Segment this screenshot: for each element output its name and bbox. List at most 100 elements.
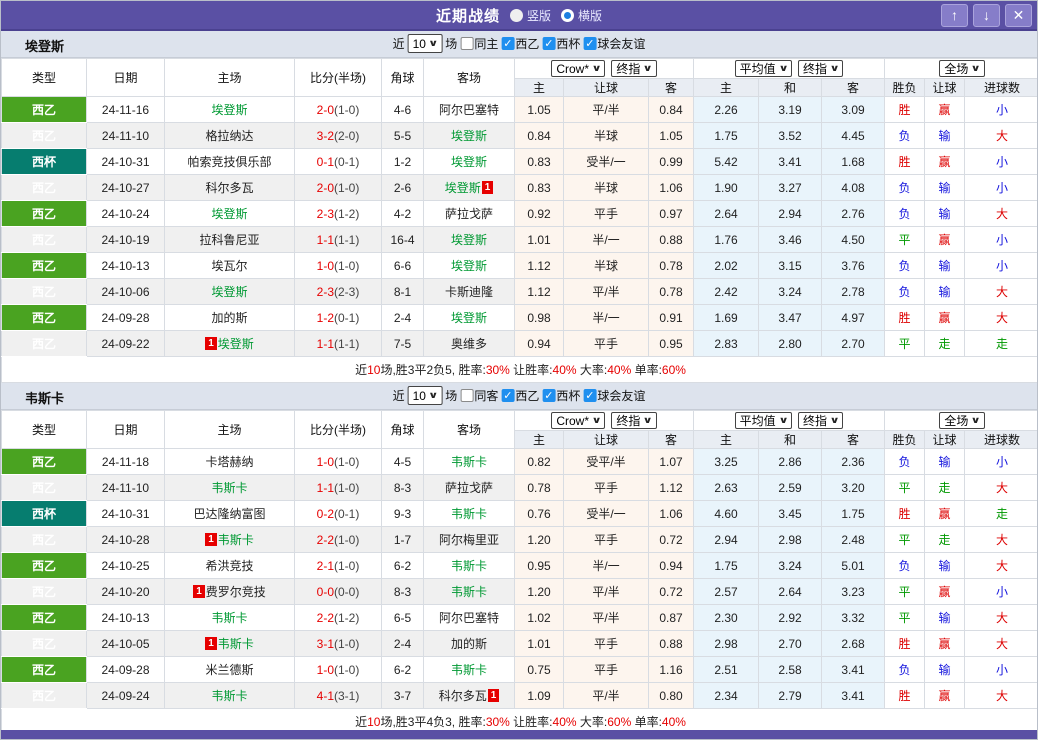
- layout-radio-horizontal[interactable]: 横版: [561, 7, 602, 24]
- avg-draw: 2.98: [758, 526, 822, 553]
- avg-away: 2.76: [820, 200, 886, 227]
- match-scope-select[interactable]: 全场 ∨: [939, 412, 985, 429]
- away-team-name: 埃登斯: [450, 259, 487, 273]
- away-team-name: 萨拉戈萨: [444, 481, 493, 495]
- chevron-down-icon: ∨: [778, 415, 789, 425]
- layout-radio-vertical[interactable]: 竖版: [509, 7, 551, 24]
- result-goals: 大: [964, 630, 1037, 657]
- avg-draw: 2.70: [758, 630, 822, 657]
- result-handicap: 赢: [924, 500, 966, 527]
- odds-stage-select-1-value: 终指: [616, 62, 641, 76]
- result-goals: 大: [964, 552, 1037, 579]
- odds-home: 0.75: [514, 656, 564, 683]
- odds-home: 0.78: [514, 474, 564, 501]
- recent-games-select[interactable]: 10 ∨: [407, 386, 443, 405]
- scroll-up-button[interactable]: ↑: [941, 4, 968, 27]
- same-venue-checkbox[interactable]: 同客: [460, 387, 498, 404]
- average-select[interactable]: 平均值 ∨: [734, 412, 792, 429]
- home-team-name: 巴达隆纳富图: [193, 507, 266, 521]
- result-scope-header: 全场 ∨: [884, 58, 1037, 79]
- home-team: 米兰德斯: [164, 656, 295, 683]
- odds-home: 0.94: [514, 330, 564, 357]
- match-date: 24-10-13: [86, 252, 165, 279]
- result-outcome: 平: [884, 474, 926, 501]
- match-scope-select-value: 全场: [944, 414, 969, 428]
- close-button[interactable]: ✕: [1005, 4, 1032, 27]
- average-odds-header: 平均值 ∨ 终指 ∨: [692, 410, 886, 431]
- away-team-name: 阿尔巴塞特: [438, 611, 499, 625]
- league-checkbox-0[interactable]: ✓ 西乙: [501, 387, 539, 404]
- average-odds-header: 平均值 ∨ 终指 ∨: [692, 58, 886, 79]
- same-venue-checkbox-label: 同客: [474, 389, 499, 403]
- match-row: 西乙 24-11-10 格拉纳达 3-2(2-0) 5-5 埃登斯 0.84 半球 1.05 1.…: [1, 122, 1037, 149]
- full-score: 2-0: [316, 102, 334, 117]
- league-checkbox-2[interactable]: ✓ 球会友谊: [583, 387, 645, 404]
- home-team: 拉科鲁尼亚: [164, 226, 295, 253]
- half-score: (1-0): [334, 636, 360, 651]
- match-row: 西乙 24-09-28 加的斯 1-2(0-1) 2-4 埃登斯 0.98 半/一 0.91 1.…: [1, 304, 1037, 331]
- match-filters: 近 10 ∨ 场同主 ✓ 西乙 ✓ 西杯 ✓ 球会友谊: [393, 34, 645, 53]
- home-team: 埃登斯: [164, 278, 295, 305]
- score-cell: 1-0(1-0): [294, 252, 382, 279]
- odds-stage-select-1[interactable]: 终指 ∨: [611, 60, 657, 77]
- column-header-4: 角球: [381, 58, 424, 97]
- bookmaker-select[interactable]: Crow* ∨: [551, 60, 606, 77]
- odds-away: 0.72: [648, 526, 694, 553]
- result-goals: 大: [964, 604, 1037, 631]
- competition-badge: 西乙: [1, 330, 87, 357]
- competition-badge: 西乙: [1, 122, 87, 149]
- league-checkbox-1[interactable]: ✓ 西杯: [542, 387, 580, 404]
- away-team: 萨拉戈萨: [423, 200, 515, 227]
- match-date: 24-09-22: [86, 330, 165, 357]
- bookmaker-select[interactable]: Crow* ∨: [551, 412, 606, 429]
- away-team-name: 阿尔梅里亚: [438, 533, 499, 547]
- summary-stat-label: 让胜率:: [509, 715, 553, 729]
- away-team-name: 奥维多: [450, 337, 487, 351]
- odds-stage-select-1[interactable]: 终指 ∨: [611, 412, 657, 429]
- scroll-down-button[interactable]: ↓: [973, 4, 1000, 27]
- recent-games-select[interactable]: 10 ∨: [407, 34, 443, 53]
- chevron-down-icon: ∨: [428, 390, 439, 400]
- league-checkbox-2-label: 球会友谊: [597, 37, 646, 51]
- checkbox-checked-icon: ✓: [501, 389, 515, 402]
- home-team-name: 米兰德斯: [205, 663, 254, 677]
- home-team-name: 帕索竞技俱乐部: [187, 155, 272, 169]
- league-checkbox-0[interactable]: ✓ 西乙: [501, 35, 539, 52]
- league-checkbox-2[interactable]: ✓ 球会友谊: [583, 35, 645, 52]
- away-team: 埃登斯: [423, 226, 515, 253]
- odds-away: 1.12: [648, 474, 694, 501]
- away-team: 韦斯卡: [423, 656, 515, 683]
- match-date: 24-10-06: [86, 278, 165, 305]
- results-table: 类型 日期 主场 比分(半场) 角球 客场 Crow* ∨ 终指 ∨ 平均值 ∨ 终指 ∨ 全场 ∨ 主让球客主…: [1, 58, 1037, 383]
- league-checkbox-1[interactable]: ✓ 西杯: [542, 35, 580, 52]
- summary-stat-label: 近: [355, 363, 368, 377]
- result-goals: 大: [964, 526, 1037, 553]
- odds-handicap: 半/一: [563, 304, 649, 331]
- corner-score: 1-2: [381, 148, 424, 175]
- avg-draw: 2.92: [758, 604, 822, 631]
- sub-header-6: 胜负: [884, 78, 926, 97]
- corner-score: 8-3: [381, 578, 424, 605]
- sub-header-3: 主: [693, 430, 759, 449]
- result-handicap: 赢: [924, 96, 966, 123]
- half-score: (1-1): [334, 232, 360, 247]
- home-team-name: 加的斯: [211, 311, 248, 325]
- avg-draw: 2.58: [758, 656, 822, 683]
- avg-home: 1.69: [693, 304, 759, 331]
- avg-home: 2.98: [693, 630, 759, 657]
- sub-header-3: 主: [693, 78, 759, 97]
- same-venue-checkbox[interactable]: 同主: [460, 35, 498, 52]
- average-select[interactable]: 平均值 ∨: [734, 60, 792, 77]
- summary-stat-value: 60%: [661, 363, 686, 377]
- red-card-badge: 1: [487, 689, 500, 702]
- odds-handicap: 平/半: [563, 96, 649, 123]
- odds-stage-select-2[interactable]: 终指 ∨: [798, 60, 844, 77]
- odds-stage-select-2[interactable]: 终指 ∨: [798, 412, 844, 429]
- arrow-down-icon: ↓: [983, 7, 990, 23]
- summary-stat-value: 30%: [485, 363, 510, 377]
- corner-score: 4-2: [381, 200, 424, 227]
- home-team-name: 韦斯卡: [217, 637, 254, 651]
- recent-results-panel: 近期战绩 竖版 横版 ↑ ↓ ✕ 埃登斯近 10 ∨ 场同主 ✓ 西乙 ✓ 西杯 ✓ 球会友谊 类型…: [0, 0, 1038, 740]
- match-scope-select[interactable]: 全场 ∨: [939, 60, 985, 77]
- avg-away: 3.09: [820, 96, 886, 123]
